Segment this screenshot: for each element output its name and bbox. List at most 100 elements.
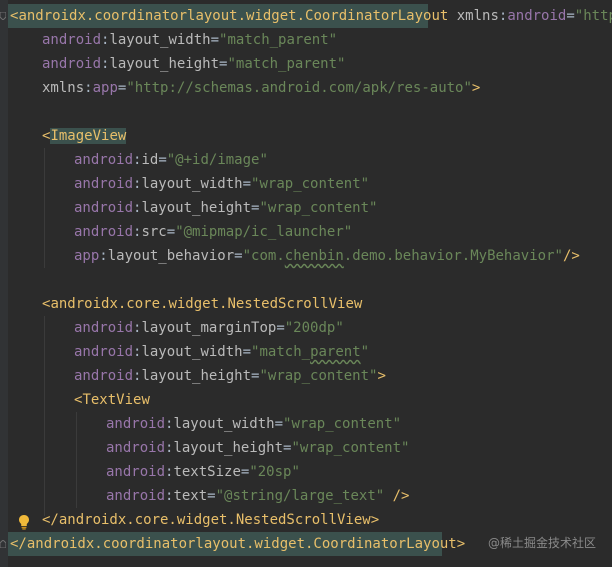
xml-attr-ns: android [74, 200, 134, 216]
xml-attr-name: text [173, 488, 208, 504]
code-line-17[interactable]: <TextView [74, 388, 150, 412]
xml-attr-name: app [92, 80, 118, 96]
xml-attr-value: "@mipmap/ic_launcher" [175, 224, 353, 240]
xml-attr-name: layout_marginTop [141, 320, 277, 336]
xml-bracket: > [456, 536, 466, 552]
code-line-19[interactable]: android:layout_height="wrap_content" [106, 436, 409, 460]
xml-tag-name: androidx.coordinatorlayout.widget.Coordi… [18, 8, 449, 24]
xml-attr-name: src [141, 224, 167, 240]
code-line-3[interactable]: android:layout_height="match_parent" [42, 52, 345, 76]
xml-tag-name: ImageView [50, 128, 127, 144]
xml-attr-name: layout_height [173, 440, 284, 456]
code-line-11[interactable]: app:layout_behavior="com.chenbin.demo.be… [74, 244, 580, 268]
equals: = [234, 248, 243, 264]
xml-attr-ns: android [74, 176, 134, 192]
equals: = [276, 320, 285, 336]
code-line-22[interactable]: </androidx.core.widget.NestedScrollView> [42, 508, 379, 532]
xml-attr-name: layout_height [141, 200, 252, 216]
code-line-21[interactable]: android:text="@string/large_text" /> [106, 484, 409, 508]
xml-attr-ns: android [74, 368, 134, 384]
xml-attr-name: layout_height [141, 368, 252, 384]
indent-guide [44, 316, 45, 516]
code-line-23[interactable]: </androidx.coordinatorlayout.widget.Coor… [10, 532, 465, 556]
equals: = [242, 344, 252, 360]
xml-bracket: > [471, 80, 481, 96]
spelling-typo-word[interactable]: parent [310, 344, 361, 360]
xml-attr-name: id [141, 152, 159, 168]
equals: = [242, 176, 252, 192]
xml-attr-name: layout_width [109, 32, 211, 48]
xml-attr-prefix: xmlns [456, 8, 499, 24]
colon: : [84, 80, 93, 96]
xml-attr-value: "wrap_content" [259, 200, 378, 216]
xml-attr-name: layout_width [173, 416, 275, 432]
colon: : [99, 248, 108, 264]
xml-attr-ns: android [74, 224, 134, 240]
xml-bracket: > [370, 512, 380, 528]
code-line-6[interactable]: <ImageView [42, 124, 127, 148]
code-line-16[interactable]: android:layout_height="wrap_content"> [74, 364, 386, 388]
code-line-1[interactable]: <androidx.coordinatorlayout.widget.Coord… [10, 4, 612, 28]
code-line-7[interactable]: android:id="@+id/image" [74, 148, 268, 172]
xml-tag-name: TextView [82, 392, 150, 408]
xml-attr-value: "match_parent" [219, 32, 338, 48]
code-line-9[interactable]: android:layout_height="wrap_content" [74, 196, 377, 220]
xml-attr-value-part: " [360, 344, 370, 360]
xml-bracket: </ [10, 536, 27, 552]
xml-attr-name: layout_behavior [107, 248, 235, 264]
xml-attr-ns: android [106, 416, 166, 432]
code-line-14[interactable]: android:layout_marginTop="200dp" [74, 316, 344, 340]
equals: = [158, 152, 167, 168]
xml-attr-value: "@+id/image" [166, 152, 268, 168]
code-line-13[interactable]: <androidx.core.widget.NestedScrollView [42, 292, 362, 316]
xml-attr-value-part: "match_ [251, 344, 311, 360]
xml-attr-value-part: .demo.behavior.MyBehavior" [343, 248, 563, 264]
xml-attr-name: layout_width [141, 176, 243, 192]
xml-attr-value: "http://s [574, 8, 612, 24]
xml-bracket: /> [562, 248, 580, 264]
xml-attr-ns: android [106, 440, 166, 456]
code-line-10[interactable]: android:src="@mipmap/ic_launcher" [74, 220, 352, 244]
editor-gutter[interactable] [0, 0, 8, 567]
xml-attr-ns: android [42, 32, 102, 48]
xml-attr-value: "wrap_content" [251, 176, 370, 192]
equals: = [210, 32, 220, 48]
code-line-8[interactable]: android:layout_width="wrap_content" [74, 172, 369, 196]
xml-bracket: > [377, 368, 386, 384]
xml-attr-value: "20sp" [249, 464, 300, 480]
equals: = [207, 488, 216, 504]
code-line-15[interactable]: android:layout_width="match_parent" [74, 340, 369, 364]
xml-attr-ns: android [42, 56, 102, 72]
spelling-typo-word[interactable]: chenbin [285, 248, 344, 264]
fold-marker-icon[interactable] [0, 540, 6, 548]
xml-attr-value: "wrap_content" [259, 368, 378, 384]
xml-attr-value: "200dp" [284, 320, 344, 336]
equals: = [166, 224, 176, 240]
xml-attr-name: android [507, 8, 567, 24]
xml-attr-value: "wrap_content" [291, 440, 410, 456]
code-line-18[interactable]: android:layout_width="wrap_content" [106, 412, 401, 436]
code-line-2[interactable]: android:layout_width="match_parent" [42, 28, 337, 52]
code-line-20[interactable]: android:textSize="20sp" [106, 460, 300, 484]
code-editor[interactable]: <androidx.coordinatorlayout.widget.Coord… [0, 0, 612, 567]
xml-attr-ns: android [106, 464, 166, 480]
xml-attr-ns: android [74, 152, 134, 168]
xml-attr-prefix: xmlns [42, 80, 85, 96]
xml-attr-name: layout_width [141, 344, 243, 360]
xml-tag-name: androidx.core.widget.NestedScrollView [50, 296, 363, 312]
indent-guide [76, 412, 77, 508]
fold-marker-icon[interactable] [0, 12, 6, 20]
xml-attr-ns: app [74, 248, 100, 264]
xml-tag-name: androidx.coordinatorlayout.widget.Coordi… [26, 536, 457, 552]
xml-attr-ns: android [74, 320, 134, 336]
lightbulb-icon[interactable] [17, 514, 31, 530]
xml-bracket: /> [384, 488, 410, 504]
xml-attr-name: textSize [173, 464, 241, 480]
xml-attr-value: "wrap_content" [283, 416, 402, 432]
code-line-4[interactable]: xmlns:app="http://schemas.android.com/ap… [42, 76, 480, 100]
xml-attr-value: "http://schemas.android.com/apk/res-auto… [126, 80, 472, 96]
watermark: @稀土掘金技术社区 [487, 536, 596, 550]
xml-attr-value-part: "com. [242, 248, 285, 264]
xml-attr-name: layout_height [109, 56, 220, 72]
xml-attr-value: "@string/large_text" [215, 488, 385, 504]
